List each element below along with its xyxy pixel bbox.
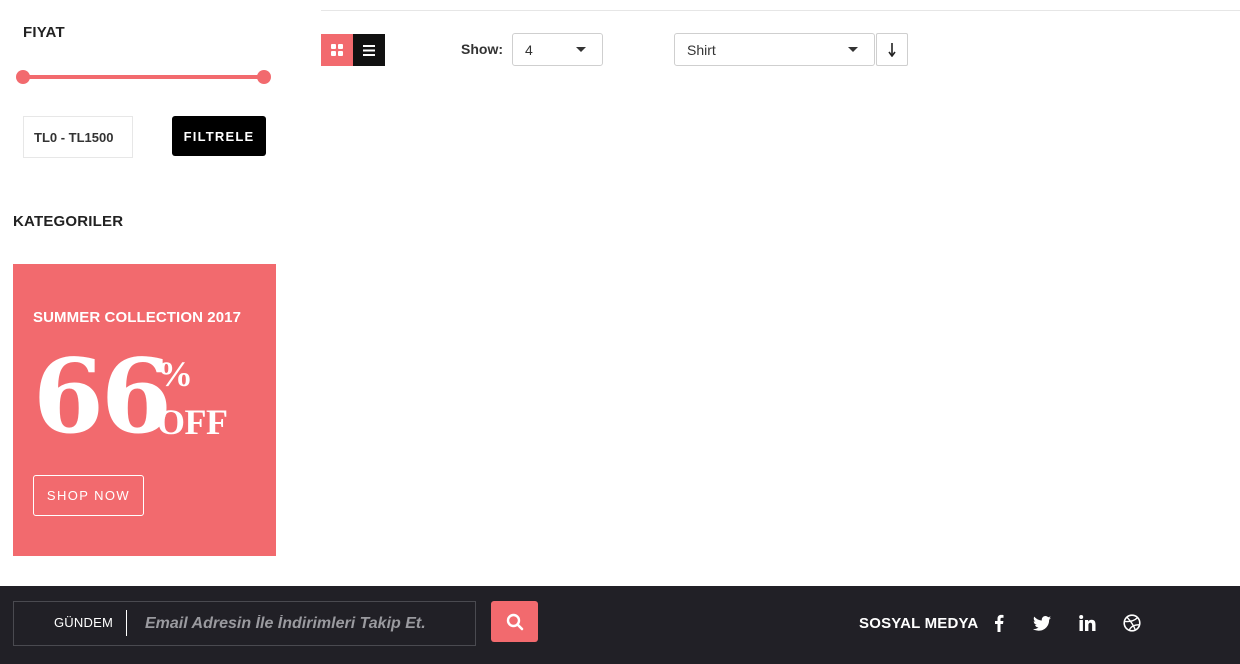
price-slider[interactable] [16, 68, 272, 86]
twitter-link[interactable] [1031, 612, 1053, 634]
top-divider [321, 10, 1240, 11]
show-count-select[interactable]: 4 [512, 33, 603, 66]
search-icon [506, 613, 523, 630]
show-count-value: 4 [525, 41, 533, 58]
chevron-down-icon [576, 47, 586, 52]
promo-discount-number: 66 [33, 337, 172, 457]
grid-icon [331, 44, 343, 56]
sort-by-select[interactable]: Shirt [674, 33, 875, 66]
arrow-down-icon [888, 42, 896, 57]
filter-button[interactable]: FILTRELE [172, 116, 266, 156]
sort-by-value: Shirt [687, 41, 716, 58]
promo-banner: SUMMER COLLECTION 2017 66 % OFF SHOP NOW [13, 264, 276, 556]
linkedin-icon [1078, 615, 1095, 631]
promo-title: SUMMER COLLECTION 2017 [33, 309, 242, 326]
chevron-down-icon [848, 47, 858, 52]
newsletter-search-button[interactable] [491, 601, 538, 642]
facebook-link[interactable] [988, 612, 1010, 634]
categories-title: KATEGORILER [13, 213, 124, 230]
dribbble-icon [1123, 614, 1141, 632]
newsletter-form: GÜNDEM [13, 601, 476, 646]
dribbble-link[interactable] [1121, 612, 1143, 634]
newsletter-label: GÜNDEM [54, 615, 113, 630]
shop-now-button[interactable]: SHOP NOW [33, 475, 144, 516]
linkedin-link[interactable] [1076, 612, 1098, 634]
list-view-button[interactable] [353, 34, 385, 66]
price-filter-title: FIYAT [23, 24, 65, 41]
newsletter-separator [126, 610, 127, 636]
twitter-icon [1033, 615, 1051, 631]
facebook-icon [995, 614, 1004, 632]
footer-bar: GÜNDEM SOSYAL MEDYA [0, 586, 1240, 664]
show-label: Show: [461, 41, 503, 57]
price-slider-track [23, 75, 264, 79]
email-input[interactable] [145, 609, 465, 639]
price-range-display: TL0 - TL1500 [23, 116, 133, 158]
grid-view-button[interactable] [321, 34, 353, 66]
promo-percent-sign: % [157, 354, 193, 394]
promo-off-text: OFF [157, 402, 228, 442]
list-icon [363, 44, 375, 56]
social-media-label: SOSYAL MEDYA [859, 615, 979, 632]
price-slider-min-handle[interactable] [16, 70, 30, 84]
price-slider-max-handle[interactable] [257, 70, 271, 84]
sort-direction-button[interactable] [876, 33, 908, 66]
